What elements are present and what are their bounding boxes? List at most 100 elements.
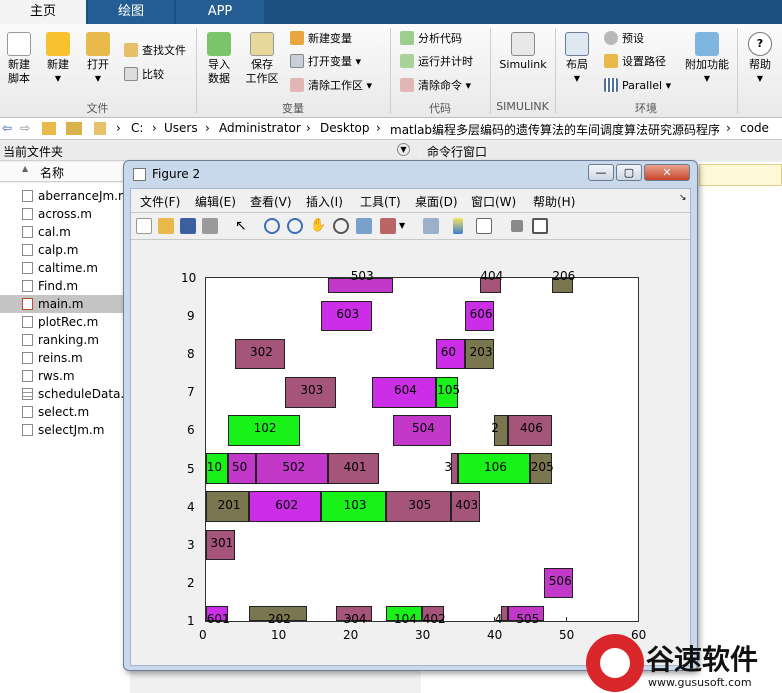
list-item[interactable]: select.m [0,403,130,421]
rotate-icon[interactable] [333,218,349,234]
open-button[interactable]: 打开 ▼ [82,32,114,86]
gantt-bar-label: 206 [552,269,576,283]
menu-insert[interactable]: 插入(I) [306,193,343,210]
set-path-button[interactable]: 设置路径 [604,53,666,71]
file-name: scheduleData.m [38,387,130,401]
breadcrumb-item[interactable]: Administrator [219,121,301,135]
analyze-code-button[interactable]: 分析代码 [400,30,462,48]
file-name: aberranceJm.m [38,189,130,203]
new-script-icon [7,32,31,56]
minimize-button[interactable]: — [588,164,614,181]
open-variable-button[interactable]: 打开变量 ▾ [290,53,361,71]
brush-icon[interactable] [380,218,396,234]
menu-window[interactable]: 窗口(W) [471,193,516,210]
list-item[interactable]: calp.m [0,241,130,259]
list-item[interactable]: scheduleData.m [0,385,130,403]
open-label: 打开 [87,58,109,71]
close-button[interactable]: ✕ [644,164,690,181]
compare-button[interactable]: 比较 [124,66,164,84]
breadcrumb-item[interactable]: Desktop [320,121,370,135]
breadcrumb-item[interactable]: Users [164,121,198,135]
chevron-down-icon[interactable]: ▼ [399,218,407,234]
new-script-button[interactable]: 新建 脚本 [4,32,34,86]
file-name: calp.m [38,243,79,257]
clear-commands-button[interactable]: 清除命令 ▾ [400,77,471,95]
gantt-chart-axes[interactable]: 601 202 304 104 402 4 505 506 301 201 602 103 305 403… [205,269,639,626]
chevron-down-icon: ▼ [573,74,581,83]
zoom-out-icon[interactable] [287,218,303,234]
list-item[interactable]: selectJm.m [0,421,130,439]
save-workspace-button[interactable]: 保存 工作区 [244,32,280,86]
print-icon[interactable] [202,218,218,234]
legend-icon[interactable] [476,218,492,234]
menu-help[interactable]: 帮助(H) [533,193,575,210]
tab-home[interactable]: 主页 [0,0,86,24]
list-item[interactable]: cal.m [0,223,130,241]
browse-icon[interactable] [66,122,82,135]
run-and-time-button[interactable]: 运行并计时 [400,53,473,71]
pointer-icon[interactable]: ↖ [235,218,251,234]
new-figure-icon[interactable] [136,218,152,234]
divider [131,212,690,213]
simulink-group-label: SIMULINK [496,100,549,113]
maximize-button[interactable]: ▢ [616,164,642,181]
file-column-header[interactable]: ▲ 名称 [0,162,130,182]
list-item[interactable]: across.m [0,205,130,223]
list-item[interactable]: caltime.m [0,259,130,277]
gantt-bar-label: 402 [422,612,446,626]
addons-button[interactable]: 附加功能 ▼ [684,32,730,86]
preferences-button[interactable]: 预设 [604,30,644,48]
pan-hand-icon[interactable]: ✋ [310,218,326,234]
breadcrumb-item[interactable]: code [740,121,769,135]
tab-apps[interactable]: APP [176,0,264,24]
back-icon[interactable]: ⇦ [2,121,12,135]
list-item[interactable]: ranking.m [0,331,130,349]
help-label: 帮助 [749,58,771,71]
menu-tools[interactable]: 工具(T) [360,193,401,210]
chevron-down-icon: ▼ [756,74,764,83]
file-name: plotRec.m [38,315,99,329]
menu-file[interactable]: 文件(F) [140,193,180,210]
new-button[interactable]: 新建 ▼ [42,32,74,86]
hide-plot-tools-icon[interactable] [511,220,523,232]
panel-menu-icon[interactable]: ▼ [397,143,410,156]
dock-arrow-icon[interactable]: ↘ [679,193,687,203]
clear-workspace-button[interactable]: 清除工作区 ▾ [290,77,372,95]
gantt-bar-label: 403 [455,497,479,512]
colorbar-icon[interactable] [453,218,463,234]
find-files-button[interactable]: 查找文件 [124,42,186,60]
list-item[interactable]: reins.m [0,349,130,367]
save-icon[interactable] [180,218,196,234]
show-plot-tools-icon[interactable] [532,218,548,234]
forward-icon[interactable]: ⇨ [20,121,30,135]
link-plot-icon[interactable] [423,218,439,234]
menu-edit[interactable]: 编辑(E) [195,193,236,210]
open-file-icon[interactable] [158,218,174,234]
simulink-button[interactable]: Simulink [498,32,548,72]
list-item[interactable]: plotRec.m [0,313,130,331]
list-item[interactable]: aberranceJm.m [0,187,130,205]
y-tick-label: 9 [187,309,195,324]
new-variable-button[interactable]: 新建变量 [290,30,352,48]
import-data-button[interactable]: 导入 数据 [204,32,234,86]
m-file-icon [22,190,33,202]
menu-desktop[interactable]: 桌面(D) [415,193,458,210]
menu-view[interactable]: 查看(V) [250,193,292,210]
list-item[interactable]: Find.m [0,277,130,295]
list-item[interactable]: main.m [0,295,130,313]
tab-plots[interactable]: 绘图 [88,0,174,24]
zoom-in-icon[interactable] [264,218,280,234]
simulink-icon [511,32,535,56]
figure-window[interactable]: Figure 2 — ▢ ✕ 文件(F) 编辑(E) 查看(V) 插入(I) 工… [123,160,698,671]
help-button[interactable]: ? 帮助 ▼ [744,32,776,86]
up-folder-icon[interactable] [42,122,56,135]
command-window-header: 命令行窗口 [421,141,782,161]
list-item[interactable]: rws.m [0,367,130,385]
data-cursor-icon[interactable] [356,218,372,234]
breadcrumb-item[interactable]: C: [131,121,143,135]
y-tick-label: 6 [187,423,195,438]
address-bar[interactable]: ⇦ ⇨ › C: › Users › Administrator › Deskt… [0,118,782,140]
breadcrumb-item[interactable]: matlab编程多层编码的遗传算法的车间调度算法研究源码程序 [390,121,720,138]
parallel-button[interactable]: Parallel ▾ [604,77,671,95]
layout-button[interactable]: 布局 ▼ [562,32,592,86]
